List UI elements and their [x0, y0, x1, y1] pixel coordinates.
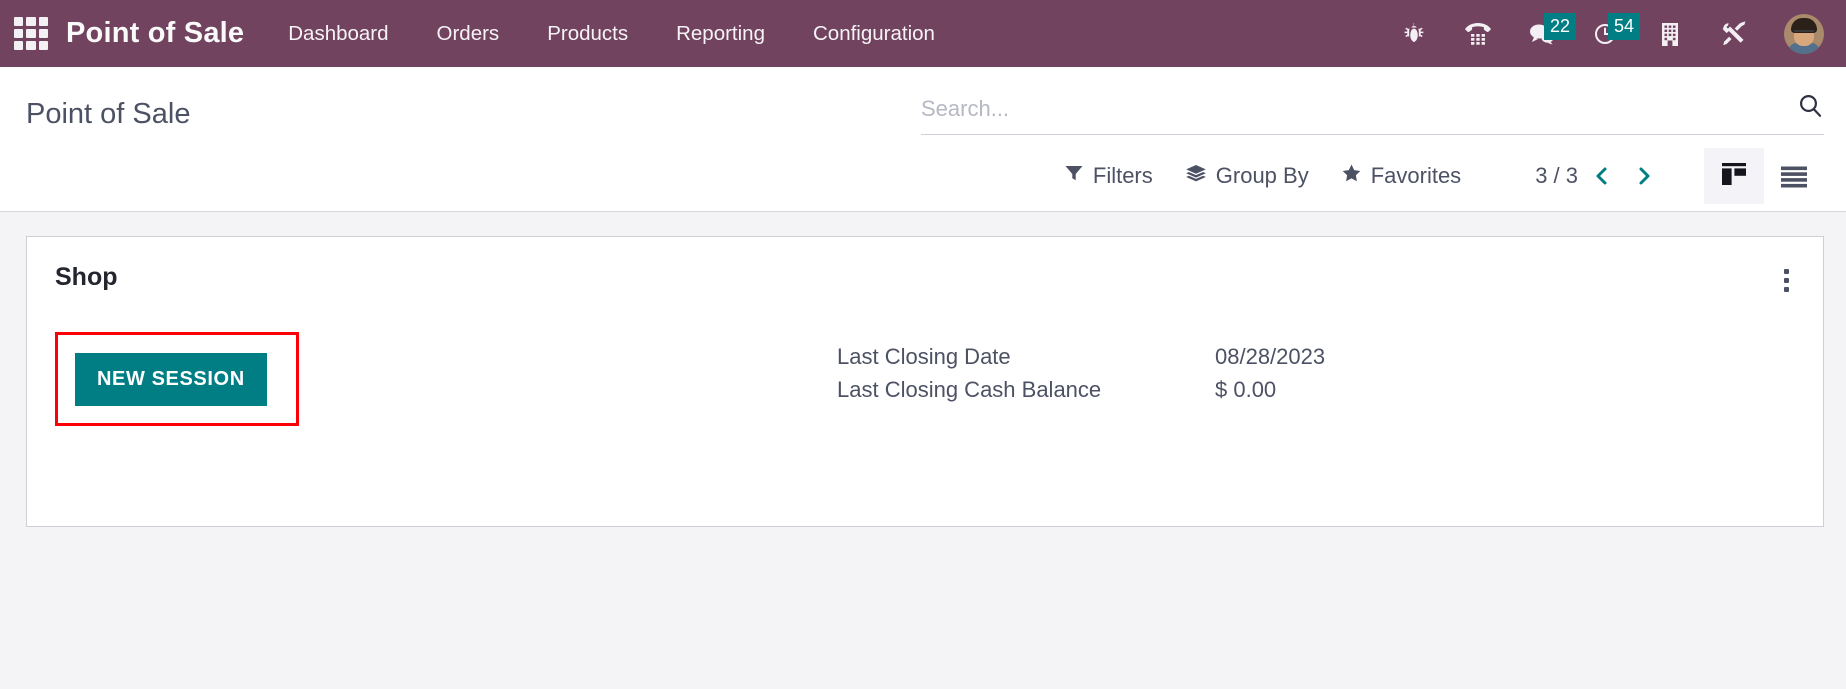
stat-label: Last Closing Cash Balance [837, 373, 1215, 406]
card-stats: Last Closing Date 08/28/2023 Last Closin… [837, 332, 1325, 426]
control-panel-bottom-row: Filters Group By Favorites 3 / 3 [26, 141, 1824, 211]
group-by-label: Group By [1216, 163, 1309, 189]
top-navbar: Point of Sale Dashboard Orders Products … [0, 0, 1846, 67]
view-switcher [1704, 148, 1824, 204]
new-session-button[interactable]: NEW SESSION [75, 353, 267, 406]
page-title: Point of Sale [26, 98, 190, 141]
stat-row-last-closing-cash-balance: Last Closing Cash Balance $ 0.00 [837, 373, 1325, 406]
app-brand-title[interactable]: Point of Sale [66, 17, 244, 50]
kebab-menu-icon[interactable] [1778, 263, 1795, 298]
control-panel-top-row: Point of Sale [26, 67, 1824, 141]
main-content: Shop NEW SESSION Last Closing Date 08/28… [0, 212, 1846, 527]
chat-bubble-icon[interactable]: 22 [1510, 10, 1574, 58]
card-header: Shop [55, 263, 1795, 298]
menu-item-orders[interactable]: Orders [413, 14, 524, 54]
chevron-right-icon[interactable] [1626, 158, 1662, 194]
menu-item-reporting[interactable]: Reporting [652, 14, 789, 54]
list-icon [1779, 163, 1809, 189]
navbar-system-icons: 22 54 [1382, 10, 1824, 58]
stat-label: Last Closing Date [837, 340, 1215, 373]
search-icon[interactable] [1786, 92, 1824, 125]
kanban-icon [1720, 161, 1748, 192]
stat-value: 08/28/2023 [1215, 340, 1325, 373]
tools-wrench-screwdriver-icon[interactable] [1702, 10, 1766, 58]
funnel-icon [1064, 163, 1084, 189]
navbar-menu: Dashboard Orders Products Reporting Conf… [288, 14, 1382, 54]
pager: 3 / 3 [1535, 158, 1662, 194]
building-company-icon[interactable] [1638, 10, 1702, 58]
new-session-highlight-box: NEW SESSION [55, 332, 299, 426]
kanban-card-shop[interactable]: Shop NEW SESSION Last Closing Date 08/28… [26, 236, 1824, 527]
menu-item-configuration[interactable]: Configuration [789, 14, 959, 54]
pager-count[interactable]: 3 / 3 [1535, 163, 1578, 189]
menu-item-products[interactable]: Products [523, 14, 652, 54]
chevron-left-icon[interactable] [1584, 158, 1620, 194]
phone-dialpad-icon[interactable] [1446, 10, 1510, 58]
favorites-label: Favorites [1371, 163, 1461, 189]
kanban-view-button[interactable] [1704, 148, 1764, 204]
favorites-button[interactable]: Favorites [1325, 157, 1477, 195]
chat-badge-count: 22 [1544, 13, 1576, 40]
control-panel: Point of Sale Filters [0, 67, 1846, 212]
card-body: NEW SESSION Last Closing Date 08/28/2023… [55, 332, 1795, 426]
layers-icon [1185, 163, 1207, 189]
list-view-button[interactable] [1764, 148, 1824, 204]
star-icon [1341, 163, 1362, 189]
apps-grid-icon[interactable] [14, 17, 48, 51]
clock-activity-icon[interactable]: 54 [1574, 10, 1638, 58]
stat-row-last-closing-date: Last Closing Date 08/28/2023 [837, 340, 1325, 373]
card-title: Shop [55, 263, 118, 292]
filters-label: Filters [1093, 163, 1153, 189]
group-by-button[interactable]: Group By [1169, 157, 1325, 195]
search-area [190, 92, 1824, 141]
filters-button[interactable]: Filters [1048, 157, 1169, 195]
menu-item-dashboard[interactable]: Dashboard [288, 14, 412, 54]
search-box[interactable] [921, 92, 1824, 135]
user-avatar[interactable] [1784, 14, 1824, 54]
search-input[interactable] [921, 96, 1786, 122]
bug-icon[interactable] [1382, 10, 1446, 58]
stat-value: $ 0.00 [1215, 373, 1325, 406]
activity-badge-count: 54 [1608, 13, 1640, 40]
